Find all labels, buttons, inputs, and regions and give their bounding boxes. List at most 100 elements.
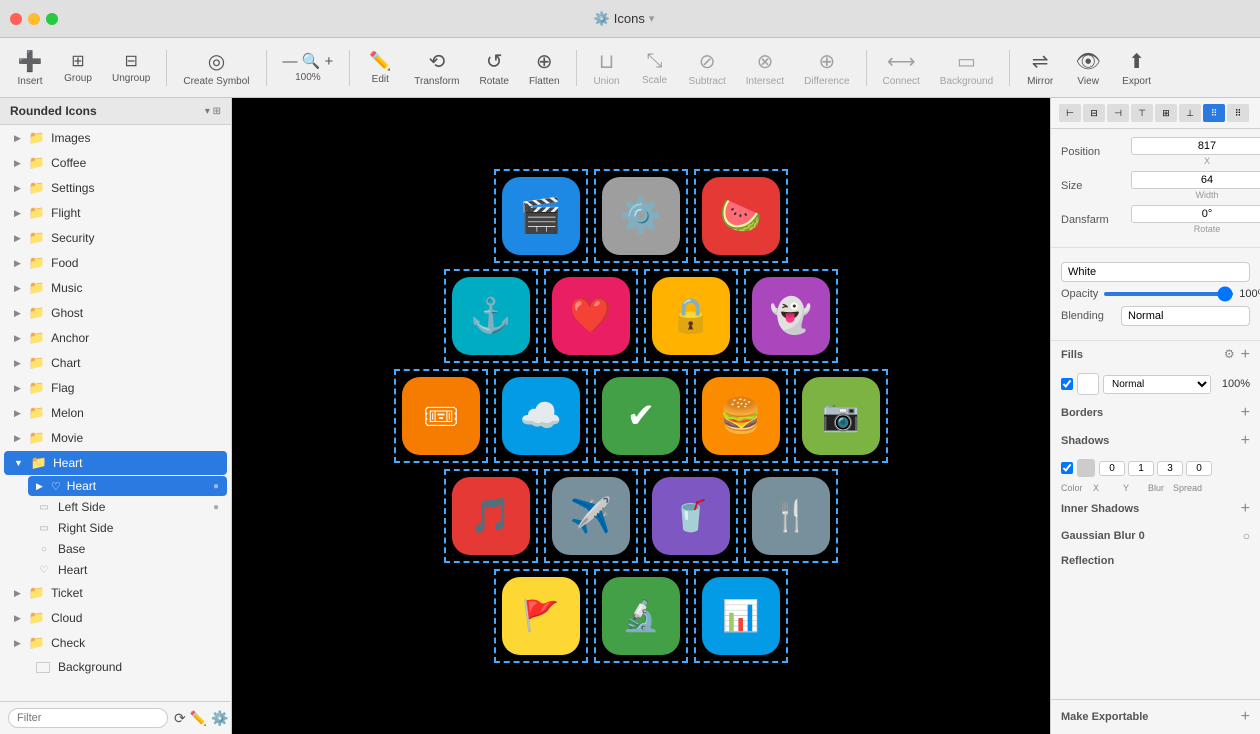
shadow-spread-input[interactable] (1186, 461, 1212, 476)
sidebar-item-flight[interactable]: ▶ 📁 Flight (4, 201, 227, 225)
toolbar-view[interactable]: 👁 View (1066, 45, 1110, 91)
sidebar-item-chart[interactable]: ▶ 📁 Chart (4, 351, 227, 375)
opacity-slider[interactable] (1104, 292, 1233, 296)
icon-cell-coffee[interactable]: 🥤 (646, 471, 736, 561)
size-w-input[interactable] (1131, 171, 1260, 189)
icon-cell-ghost[interactable]: 👻 (746, 271, 836, 361)
toolbar-union[interactable]: ⊔ Union (585, 45, 629, 91)
shadow-x-input[interactable] (1099, 461, 1125, 476)
sidebar-item-music[interactable]: ▶ 📁 Music (4, 276, 227, 300)
blending-dropdown[interactable]: Normal (1121, 306, 1250, 326)
sidebar-item-flag[interactable]: ▶ 📁 Flag (4, 376, 227, 400)
toolbar-background[interactable]: ▭ Background (932, 45, 1001, 91)
sidebar-collapse-button[interactable]: ▾ ⊞ (205, 106, 221, 117)
sidebar-item-settings[interactable]: ▶ 📁 Settings (4, 176, 227, 200)
icon-cell-anchor[interactable]: ⚓ (446, 271, 536, 361)
toolbar-group[interactable]: ⊞ Group (56, 47, 100, 88)
sidebar-item-images[interactable]: ▶ 📁 Images (4, 126, 227, 150)
align-top-button[interactable]: ⊤ (1131, 104, 1153, 122)
sidebar-item-ghost[interactable]: ▶ 📁 Ghost (4, 301, 227, 325)
icon-cell-security[interactable]: 🔒 (646, 271, 736, 361)
sidebar-item-background[interactable]: Background (4, 656, 227, 678)
shadow-color-swatch[interactable] (1077, 459, 1095, 477)
icon-cell-science[interactable]: 🔬 (596, 571, 686, 661)
position-x-input[interactable] (1131, 137, 1260, 155)
sidebar-item-coffee[interactable]: ▶ 📁 Coffee (4, 151, 227, 175)
sidebar-item-heart[interactable]: ▼ 📁 Heart (4, 451, 227, 475)
settings-icon[interactable]: ⚙️ (211, 710, 228, 727)
fill-blend-dropdown[interactable]: Normal (1103, 375, 1211, 394)
icon-cell-cloud[interactable]: ☁️ (496, 371, 586, 461)
sidebar-item-heart-shape[interactable]: ♡ Heart (28, 560, 227, 580)
toolbar-rotate[interactable]: ↺ Rotate (471, 45, 516, 91)
toolbar-difference[interactable]: ⊕ Difference (796, 45, 857, 91)
toolbar-connect[interactable]: ⟷ Connect (875, 45, 928, 91)
shadow-checkbox[interactable] (1061, 462, 1073, 474)
make-exportable-add-button[interactable]: + (1241, 708, 1250, 726)
icon-cell-heart[interactable]: ❤️ (546, 271, 636, 361)
sidebar-search-input[interactable] (8, 708, 168, 728)
gaussian-blur-icon[interactable]: ○ (1243, 529, 1250, 543)
distribute-v-button[interactable]: ⠿ (1227, 104, 1249, 122)
shadows-add-button[interactable]: + (1241, 433, 1250, 449)
align-bottom-button[interactable]: ⊥ (1179, 104, 1201, 122)
toolbar-scale[interactable]: ⤡ Scale (633, 46, 677, 90)
sidebar-item-heart-icon[interactable]: ▶ ♡ Heart ● (28, 476, 227, 496)
sidebar-item-ticket[interactable]: ▶ 📁 Ticket (4, 581, 227, 605)
align-right-button[interactable]: ⊣ (1107, 104, 1129, 122)
shadow-blur-input[interactable] (1157, 461, 1183, 476)
close-button[interactable] (10, 13, 22, 25)
icon-cell-movie[interactable]: 🎬 (496, 171, 586, 261)
icon-cell-camera[interactable]: 📷 (796, 371, 886, 461)
sidebar-item-left-side[interactable]: ▭ Left Side ● (28, 497, 227, 517)
window-controls[interactable] (10, 13, 58, 25)
icon-cell-utensils[interactable]: 🍴 (746, 471, 836, 561)
appearance-dropdown[interactable]: White (1061, 262, 1250, 282)
icon-cell-music[interactable]: 🎵 (446, 471, 536, 561)
shadow-y-input[interactable] (1128, 461, 1154, 476)
sidebar-item-food[interactable]: ▶ 📁 Food (4, 251, 227, 275)
sync-icon[interactable]: ⟳ (174, 710, 186, 727)
toolbar-zoom[interactable]: — 🔍 + 100% (275, 48, 342, 87)
icon-cell-settings[interactable]: ⚙️ (596, 171, 686, 261)
inner-shadows-add-button[interactable]: + (1241, 501, 1250, 517)
toolbar-create-symbol[interactable]: ◎ Create Symbol (175, 45, 257, 91)
align-center-v-button[interactable]: ⊞ (1155, 104, 1177, 122)
borders-add-button[interactable]: + (1241, 405, 1250, 421)
sidebar-item-cloud[interactable]: ▶ 📁 Cloud (4, 606, 227, 630)
toolbar-transform[interactable]: ⟲ Transform (406, 45, 467, 91)
toolbar-intersect[interactable]: ⊗ Intersect (738, 45, 792, 91)
fills-add-button[interactable]: + (1241, 347, 1250, 363)
toolbar-subtract[interactable]: ⊘ Subtract (681, 45, 734, 91)
toolbar-flatten[interactable]: ⊕ Flatten (521, 45, 568, 91)
toolbar-insert[interactable]: ➕ Insert (8, 45, 52, 91)
rotate-input[interactable] (1131, 205, 1260, 223)
toolbar-mirror[interactable]: ⇌ Mirror (1018, 45, 1062, 91)
icon-cell-flight[interactable]: ✈️ (546, 471, 636, 561)
icon-cell-ticket[interactable]: 🎟 (396, 371, 486, 461)
fill-swatch[interactable] (1077, 373, 1099, 395)
icon-cell-check[interactable]: ✔ (596, 371, 686, 461)
sidebar-item-base[interactable]: ○ Base (28, 539, 227, 559)
icon-cell-burger[interactable]: 🍔 (696, 371, 786, 461)
fill-checkbox[interactable] (1061, 378, 1073, 390)
icon-cell-chart[interactable]: 📊 (696, 571, 786, 661)
toolbar-export[interactable]: ⬆ Export (1114, 45, 1159, 91)
sidebar-item-check[interactable]: ▶ 📁 Check (4, 631, 227, 655)
sidebar-item-movie[interactable]: ▶ 📁 Movie (4, 426, 227, 450)
sidebar-header[interactable]: Rounded Icons ▾ ⊞ (0, 98, 231, 125)
sidebar-item-anchor[interactable]: ▶ 📁 Anchor (4, 326, 227, 350)
sidebar-item-melon[interactable]: ▶ 📁 Melon (4, 401, 227, 425)
distribute-h-button[interactable]: ⠿ (1203, 104, 1225, 122)
toolbar-ungroup[interactable]: ⊟ Ungroup (104, 47, 158, 88)
canvas[interactable]: 🎬 ⚙️ 🍉 ⚓ (232, 98, 1050, 734)
align-left-button[interactable]: ⊢ (1059, 104, 1081, 122)
toolbar-edit[interactable]: ✏️ Edit (358, 47, 402, 89)
minimize-button[interactable] (28, 13, 40, 25)
align-center-h-button[interactable]: ⊟ (1083, 104, 1105, 122)
sidebar-item-security[interactable]: ▶ 📁 Security (4, 226, 227, 250)
icon-cell-flag[interactable]: 🚩 (496, 571, 586, 661)
fills-settings-icon[interactable]: ⚙ (1224, 347, 1235, 363)
pencil-icon[interactable]: ✏️ (190, 710, 207, 727)
sidebar-item-right-side[interactable]: ▭ Right Side (28, 518, 227, 538)
